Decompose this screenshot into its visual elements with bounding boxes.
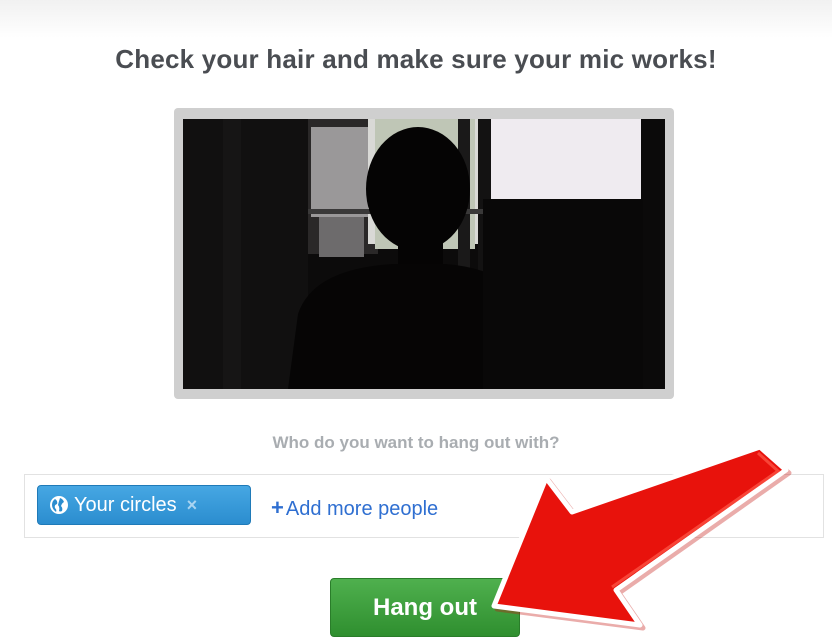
- top-band: [0, 0, 832, 38]
- hangout-prompt: Who do you want to hang out with?: [272, 433, 560, 452]
- plus-icon: +: [271, 495, 284, 520]
- camera-preview-frame: [174, 108, 674, 399]
- add-more-label: Add more people: [285, 498, 439, 520]
- page-title: Check your hair and make sure your mic w…: [115, 44, 717, 74]
- chip-label: Your circles: [74, 493, 177, 516]
- add-more-people-link[interactable]: + Add more people: [271, 495, 438, 521]
- your-circles-chip[interactable]: Your circles ×: [37, 485, 251, 525]
- hang-out-button[interactable]: Hang out: [330, 578, 520, 637]
- webcam-image: [183, 119, 665, 389]
- globe-icon: [50, 496, 68, 514]
- people-picker[interactable]: Your circles × + Add more people: [24, 474, 824, 538]
- remove-chip-icon[interactable]: ×: [187, 495, 198, 516]
- camera-preview: [183, 119, 665, 389]
